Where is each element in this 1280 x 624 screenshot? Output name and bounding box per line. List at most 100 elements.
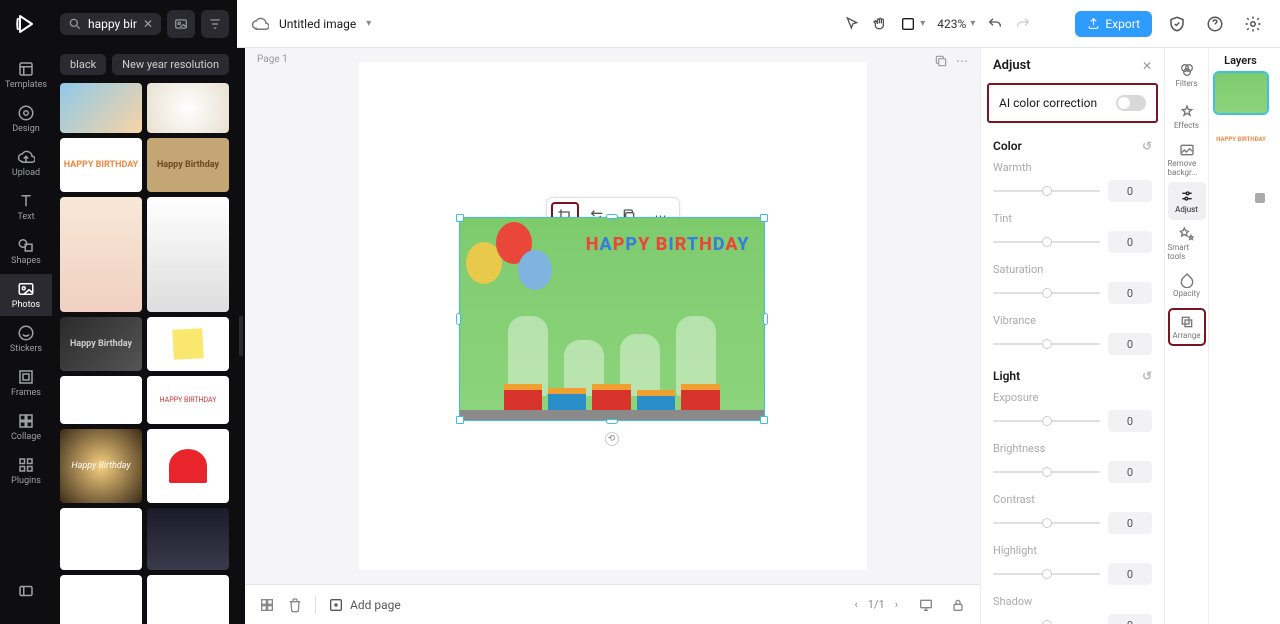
rail-plugins[interactable]: Plugins [0,450,52,492]
rail-collapse[interactable] [0,570,52,612]
present-icon[interactable] [918,597,934,613]
tool-smart[interactable]: Smart tools [1168,224,1206,262]
resize-handle-bl[interactable] [456,416,464,424]
ai-color-toggle[interactable] [1116,95,1146,111]
photo-thumb[interactable]: Happy Birthday [147,138,229,192]
close-panel-icon[interactable]: ✕ [1142,59,1152,73]
reset-light-icon[interactable]: ↺ [1142,369,1152,383]
layers-title: Layers [1215,54,1266,67]
slider-value[interactable]: 0 [1108,410,1152,432]
slider-highlight[interactable] [993,573,1100,575]
photo-thumb[interactable] [60,83,142,133]
photo-thumb[interactable] [60,575,142,624]
slider-vibrance[interactable] [993,343,1100,345]
rail-text[interactable]: Text [0,186,52,228]
app-logo[interactable] [14,12,38,36]
clear-search-icon[interactable]: ✕ [143,17,153,31]
next-page-icon[interactable]: › [895,598,898,611]
search-input[interactable] [88,17,137,31]
photo-thumb[interactable] [60,197,142,312]
pointer-tool-icon[interactable] [844,16,860,32]
photo-thumb[interactable] [60,508,142,570]
slider-saturation[interactable] [993,292,1100,294]
chip-black[interactable]: black [60,54,106,75]
slider-exposure[interactable] [993,420,1100,422]
prev-page-icon[interactable]: ‹ [854,598,857,611]
resize-handle-br[interactable] [760,416,768,424]
rail-stickers[interactable]: Stickers [0,318,52,360]
doc-title[interactable]: Untitled image [279,17,356,31]
resize-menu[interactable]: ▾ [900,16,925,32]
help-icon[interactable] [1202,11,1228,37]
lock-icon[interactable] [950,597,966,613]
zoom-control[interactable]: 423% ▾ [937,17,975,31]
layer-thumb[interactable] [1215,165,1267,205]
rail-design[interactable]: Design [0,98,52,140]
photo-thumb[interactable] [147,429,229,503]
photo-thumb[interactable]: Happy Birthday [60,429,142,503]
tool-remove-bg[interactable]: Remove backgr... [1168,140,1206,178]
photo-thumb[interactable] [147,197,229,312]
rail-collage[interactable]: Collage [0,406,52,448]
artboard[interactable]: ⋯ HAPPY BIRTHDAY ⟲ [359,62,867,570]
rail-shapes[interactable]: Shapes [0,230,52,272]
photo-thumb[interactable] [147,317,229,371]
slider-value[interactable]: 0 [1108,512,1152,534]
layer-thumb[interactable]: HAPPY BIRTHDAY [1215,119,1267,159]
tool-opacity[interactable]: Opacity [1168,266,1206,304]
balloons-decor [466,222,562,298]
layer-thumb[interactable] [1215,73,1267,113]
slider-value[interactable]: 0 [1108,282,1152,304]
photo-thumb[interactable] [147,83,229,133]
resize-handle-l[interactable] [456,313,461,325]
slider-value[interactable]: 0 [1108,614,1152,624]
panel-resize-handle[interactable] [237,48,245,624]
resize-handle-tr[interactable] [760,214,768,222]
slider-brightness[interactable] [993,471,1100,473]
slider-label: Exposure [993,391,1152,404]
resize-handle-r[interactable] [763,313,768,325]
photo-thumb[interactable]: Happy Birthday [60,317,142,371]
rail-upload[interactable]: Upload [0,142,52,184]
resize-handle-b[interactable] [606,419,618,424]
tool-effects[interactable]: Effects [1168,98,1206,136]
settings-icon[interactable] [1240,11,1266,37]
photo-thumb[interactable]: HAPPY BIRTHDAY [60,138,142,192]
delete-page-icon[interactable] [287,597,303,613]
pages-grid-icon[interactable] [259,597,275,613]
resize-handle-tl[interactable] [456,214,464,222]
undo-icon[interactable] [987,16,1003,32]
rail-frames[interactable]: Frames [0,362,52,404]
photo-thumb[interactable] [60,376,142,424]
reset-color-icon[interactable]: ↺ [1142,139,1152,153]
chevron-down-icon[interactable]: ▾ [366,18,371,29]
tool-arrange[interactable]: Arrange [1168,308,1206,346]
slider-tint[interactable] [993,241,1100,243]
hand-tool-icon[interactable] [872,16,888,32]
slider-contrast[interactable] [993,522,1100,524]
slider-value[interactable]: 0 [1108,180,1152,202]
slider-warmth[interactable] [993,190,1100,192]
selected-image[interactable]: HAPPY BIRTHDAY ⟲ [459,217,765,421]
photo-thumb[interactable]: HAPPY BIRTHDAY [147,376,229,424]
photo-thumb[interactable] [147,508,229,570]
canvas-stage[interactable]: ⋯ HAPPY BIRTHDAY ⟲ [245,48,980,584]
slider-value[interactable]: 0 [1108,231,1152,253]
add-page-button[interactable]: Add page [328,597,401,613]
photo-thumb[interactable] [147,575,229,624]
export-button[interactable]: Export [1075,11,1152,37]
rail-templates[interactable]: Templates [0,54,52,96]
slider-value[interactable]: 0 [1108,461,1152,483]
chip-new-year[interactable]: New year resolution [112,54,229,75]
canvas-zone: Page 1 ⋯ ⋯ HAPPY BIRTHDAY [245,48,980,624]
filter-icon[interactable] [201,10,229,38]
slider-value[interactable]: 0 [1108,563,1152,585]
image-search-icon[interactable] [167,10,195,38]
rail-photos[interactable]: Photos [0,274,52,316]
resize-handle-t[interactable] [606,214,618,219]
rotate-handle[interactable]: ⟲ [605,432,619,446]
shield-icon[interactable] [1164,11,1190,37]
tool-adjust[interactable]: Adjust [1168,182,1206,220]
slider-value[interactable]: 0 [1108,333,1152,355]
tool-filters[interactable]: Filters [1168,56,1206,94]
